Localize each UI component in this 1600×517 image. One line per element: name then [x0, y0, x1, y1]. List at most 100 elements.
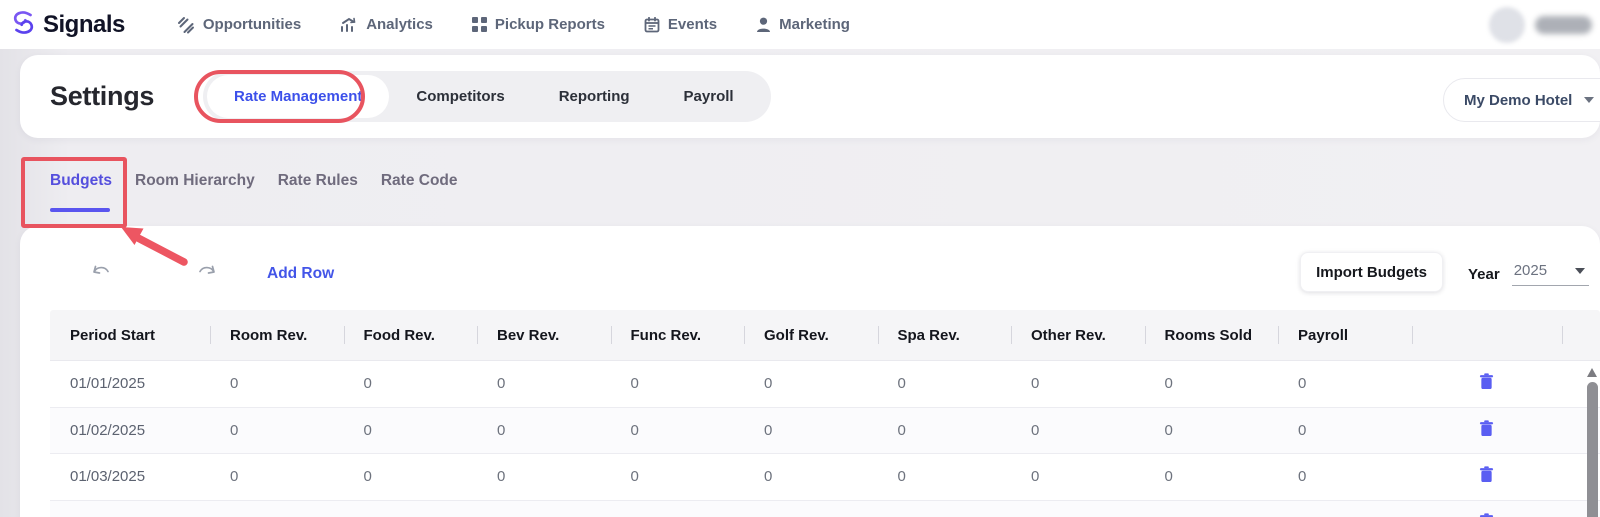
rate-management-subtabs: Budgets Room Hierarchy Rate Rules Rate C…	[50, 172, 458, 190]
column-header-label: Rooms Sold	[1165, 327, 1253, 344]
golf-rev-cell[interactable]: 0	[744, 468, 878, 485]
table-row: 01/02/2025 0 0 0 0 0 0 0 0 0	[50, 408, 1600, 455]
column-header: Period Start	[50, 310, 210, 360]
year-dropdown[interactable]: 2025	[1512, 262, 1589, 286]
spa-rev-cell[interactable]: 0	[878, 468, 1012, 485]
golf-rev-cell[interactable]: 0	[744, 375, 878, 392]
subtab-rate-rules[interactable]: Rate Rules	[278, 172, 358, 190]
table-scrollbar	[1585, 364, 1599, 517]
food-rev-cell[interactable]: 0	[344, 468, 478, 485]
main-menu: Opportunities Analytics Pickup Reports	[177, 16, 850, 34]
year-filter: Year 2025	[1468, 262, 1589, 286]
subtab-rate-code[interactable]: Rate Code	[381, 172, 458, 190]
delete-row-button[interactable]	[1412, 373, 1562, 394]
bev-rev-cell[interactable]: 0	[477, 468, 611, 485]
undo-button[interactable]	[90, 263, 116, 283]
golf-rev-cell[interactable]: 0	[744, 422, 878, 439]
column-header: Func Rev.	[611, 310, 745, 360]
tab-competitors[interactable]: Competitors	[389, 75, 531, 118]
nav-item-events[interactable]: Events	[644, 16, 717, 33]
column-header: Food Rev.	[344, 310, 478, 360]
settings-header-card: Settings Rate Management Competitors Rep…	[20, 55, 1600, 138]
bev-rev-cell[interactable]: 0	[477, 375, 611, 392]
func-rev-cell[interactable]: 0	[611, 422, 745, 439]
column-header-label: Golf Rev.	[764, 327, 829, 344]
func-rev-cell[interactable]: 0	[611, 468, 745, 485]
food-rev-cell[interactable]: 0	[344, 375, 478, 392]
scrollbar-thumb[interactable]	[1587, 382, 1598, 517]
period-start-cell[interactable]: 01/02/2025	[50, 422, 210, 439]
import-budgets-button[interactable]: Import Budgets	[1300, 252, 1443, 292]
trash-icon	[1479, 466, 1494, 487]
other-rev-cell[interactable]: 0	[1011, 375, 1145, 392]
tab-reporting[interactable]: Reporting	[532, 75, 657, 118]
payroll-cell[interactable]: 0	[1278, 422, 1412, 439]
redo-button[interactable]	[192, 263, 218, 283]
payroll-cell[interactable]: 0	[1278, 468, 1412, 485]
nav-item-pickup-reports[interactable]: Pickup Reports	[472, 16, 605, 33]
column-header-label: Bev Rev.	[497, 327, 559, 344]
spa-rev-cell[interactable]: 0	[878, 375, 1012, 392]
food-rev-cell[interactable]: 0	[344, 422, 478, 439]
func-rev-cell[interactable]: 0	[611, 375, 745, 392]
opportunities-icon	[177, 16, 195, 34]
spa-rev-cell[interactable]: 0	[878, 422, 1012, 439]
nav-item-label: Marketing	[779, 16, 850, 33]
actions-column-header	[1412, 310, 1562, 360]
nav-item-opportunities[interactable]: Opportunities	[177, 16, 301, 34]
pickup-reports-icon	[472, 17, 487, 32]
app-logo[interactable]: Signals	[10, 9, 125, 41]
delete-row-button[interactable]	[1412, 466, 1562, 487]
brand-name: Signals	[43, 11, 125, 39]
top-navigation-bar: Signals Opportunities Analytics	[0, 0, 1600, 49]
payroll-cell[interactable]: 0	[1278, 375, 1412, 392]
room-rev-cell[interactable]: 0	[210, 375, 344, 392]
nav-item-label: Analytics	[366, 16, 433, 33]
subtab-room-hierarchy[interactable]: Room Hierarchy	[135, 172, 255, 190]
annotation-box-budgets	[21, 157, 127, 228]
column-header-label: Spa Rev.	[898, 327, 960, 344]
hotel-selector-dropdown[interactable]: My Demo Hotel	[1443, 78, 1600, 122]
rooms-sold-cell[interactable]: 0	[1145, 422, 1279, 439]
add-row-button[interactable]: Add Row	[267, 265, 334, 283]
tab-payroll[interactable]: Payroll	[657, 75, 761, 118]
delete-row-button[interactable]	[1412, 420, 1562, 441]
chevron-down-icon	[1584, 97, 1594, 103]
period-start-cell[interactable]: 01/01/2025	[50, 375, 210, 392]
subtab-budgets[interactable]: Budgets	[50, 172, 112, 190]
room-rev-cell[interactable]: 0	[210, 422, 344, 439]
column-header: Golf Rev.	[744, 310, 878, 360]
room-rev-cell[interactable]: 0	[210, 468, 344, 485]
column-header: Room Rev.	[210, 310, 344, 360]
table-row: 01/04/2025 0 0 0 0 0 0 0 0 0	[50, 501, 1600, 517]
column-header: Payroll	[1278, 310, 1412, 360]
active-subtab-underline	[50, 208, 110, 212]
table-row: 01/03/2025 0 0 0 0 0 0 0 0 0	[50, 454, 1600, 501]
other-rev-cell[interactable]: 0	[1011, 468, 1145, 485]
trash-icon	[1479, 420, 1494, 441]
budgets-panel: Add Row Import Budgets Year 2025 Period …	[20, 226, 1600, 517]
year-label: Year	[1468, 266, 1500, 283]
bev-rev-cell[interactable]: 0	[477, 422, 611, 439]
tab-rate-management[interactable]: Rate Management	[207, 75, 389, 118]
nav-item-label: Events	[668, 16, 717, 33]
user-avatar[interactable]	[1489, 7, 1525, 43]
user-name-redacted[interactable]	[1535, 16, 1592, 34]
nav-item-analytics[interactable]: Analytics	[340, 16, 433, 33]
period-start-cell[interactable]: 01/03/2025	[50, 468, 210, 485]
hotel-selector-label: My Demo Hotel	[1464, 92, 1572, 109]
column-header: Spa Rev.	[878, 310, 1012, 360]
column-header-label: Other Rev.	[1031, 327, 1106, 344]
scrollbar-up-arrow[interactable]	[1587, 368, 1597, 377]
nav-item-label: Pickup Reports	[495, 16, 605, 33]
delete-row-button[interactable]	[1412, 513, 1562, 517]
table-header-row: Period Start Room Rev. Food Rev. Bev Rev. Fu…	[50, 310, 1600, 360]
events-icon	[644, 17, 660, 33]
rooms-sold-cell[interactable]: 0	[1145, 375, 1279, 392]
rooms-sold-cell[interactable]: 0	[1145, 468, 1279, 485]
nav-item-marketing[interactable]: Marketing	[756, 16, 850, 33]
other-rev-cell[interactable]: 0	[1011, 422, 1145, 439]
trash-icon	[1479, 513, 1494, 517]
column-header-label: Room Rev.	[230, 327, 307, 344]
analytics-icon	[340, 17, 358, 33]
